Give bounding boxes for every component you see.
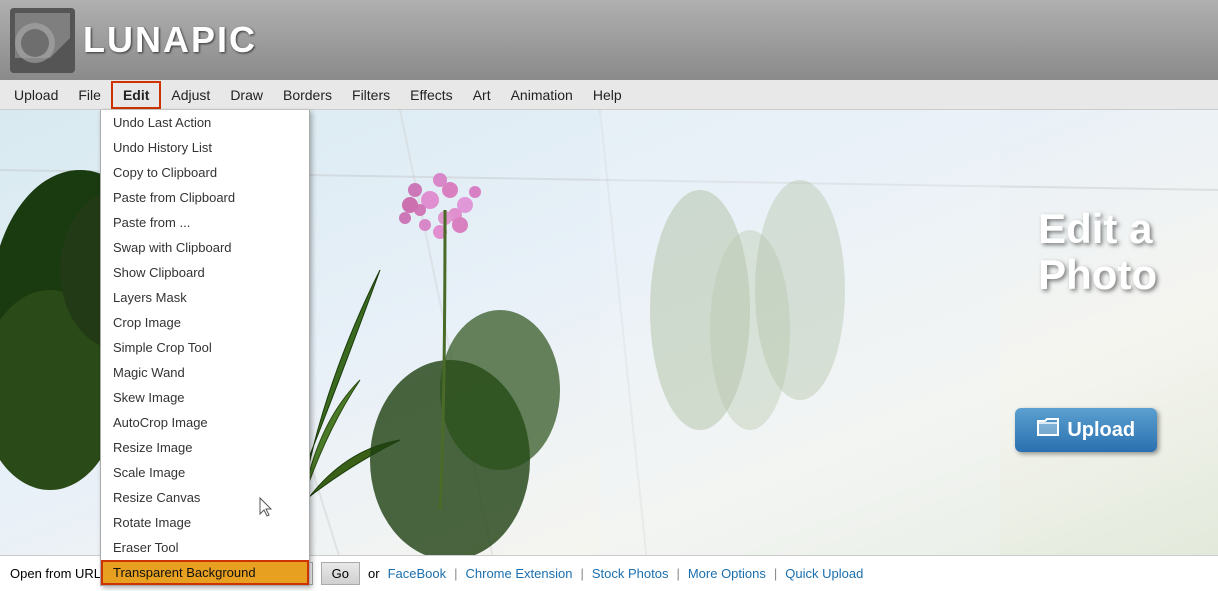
menu-show-clipboard[interactable]: Show Clipboard (101, 260, 309, 285)
menu-rotate-image[interactable]: Rotate Image (101, 510, 309, 535)
menu-undo-last[interactable]: Undo Last Action (101, 110, 309, 135)
upload-label: Upload (1067, 419, 1135, 442)
folder-icon (1037, 418, 1059, 442)
navbar: Upload File Edit Adjust Draw Borders Fil… (0, 80, 1218, 110)
menu-paste-clipboard[interactable]: Paste from Clipboard (101, 185, 309, 210)
edit-dropdown-menu: Undo Last Action Undo History List Copy … (100, 110, 310, 586)
logo-icon (10, 8, 75, 73)
hero-heading: Edit a Photo (1038, 206, 1157, 298)
menu-paste-from[interactable]: Paste from ... (101, 210, 309, 235)
menu-scale-image[interactable]: Scale Image (101, 460, 309, 485)
menu-copy-clipboard[interactable]: Copy to Clipboard (101, 160, 309, 185)
more-options-link[interactable]: More Options (688, 566, 766, 581)
menu-eraser-tool[interactable]: Eraser Tool (101, 535, 309, 560)
menu-resize-canvas[interactable]: Resize Canvas (101, 485, 309, 510)
nav-adjust[interactable]: Adjust (161, 83, 220, 107)
upload-button[interactable]: Upload (1015, 408, 1157, 452)
logo-area: LUNAPIC (10, 8, 257, 73)
menu-swap-clipboard[interactable]: Swap with Clipboard (101, 235, 309, 260)
facebook-link[interactable]: FaceBook (388, 566, 447, 581)
nav-draw[interactable]: Draw (220, 83, 273, 107)
nav-art[interactable]: Art (463, 83, 501, 107)
logo-text: LUNAPIC (83, 19, 257, 61)
main-area: Undo Last Action Undo History List Copy … (0, 110, 1218, 591)
menu-layers-mask[interactable]: Layers Mask (101, 285, 309, 310)
nav-filters[interactable]: Filters (342, 83, 400, 107)
nav-edit[interactable]: Edit (111, 81, 161, 109)
go-button[interactable]: Go (321, 562, 360, 585)
header: LUNAPIC (0, 0, 1218, 80)
nav-help[interactable]: Help (583, 83, 632, 107)
nav-effects[interactable]: Effects (400, 83, 463, 107)
or-text: or (368, 566, 380, 581)
menu-simple-crop[interactable]: Simple Crop Tool (101, 335, 309, 360)
nav-borders[interactable]: Borders (273, 83, 342, 107)
nav-animation[interactable]: Animation (501, 83, 583, 107)
stock-photos-link[interactable]: Stock Photos (592, 566, 669, 581)
quick-upload-link[interactable]: Quick Upload (785, 566, 863, 581)
menu-resize-image[interactable]: Resize Image (101, 435, 309, 460)
menu-magic-wand[interactable]: Magic Wand (101, 360, 309, 385)
menu-skew-image[interactable]: Skew Image (101, 385, 309, 410)
open-url-label: Open from URL: (10, 566, 105, 581)
menu-autocrop[interactable]: AutoCrop Image (101, 410, 309, 435)
menu-transparent-bg[interactable]: Transparent Background (101, 560, 309, 585)
chrome-extension-link[interactable]: Chrome Extension (466, 566, 573, 581)
menu-undo-history[interactable]: Undo History List (101, 135, 309, 160)
menu-crop-image[interactable]: Crop Image (101, 310, 309, 335)
nav-file[interactable]: File (68, 83, 111, 107)
nav-upload[interactable]: Upload (4, 83, 68, 107)
